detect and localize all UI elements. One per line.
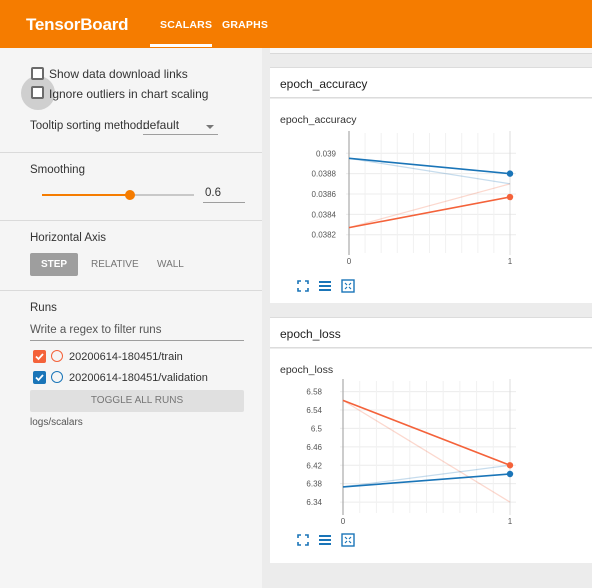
y-tick-label: 6.42 [306,461,322,470]
smoothing-slider-fill [42,194,131,196]
scrolled-group-header [270,48,592,54]
logdir-label: logs/scalars [30,417,83,428]
tooltip-sorting-label: Tooltip sorting method: [30,120,146,132]
chevron-down-icon [206,125,214,129]
horizontal-axis-label: Horizontal Axis [30,232,107,244]
run-validation-color-radio[interactable] [51,371,63,383]
main-panel: epoch_accuracy epoch_accuracy 0.039 0.038… [262,48,592,588]
fit-domain-icon[interactable] [341,279,355,293]
sidebar-divider [0,290,262,291]
runs-filter-input[interactable]: Write a regex to filter runs [30,324,244,341]
series-point [506,470,514,478]
x-tick-label: 1 [508,517,513,526]
show-download-links-checkbox[interactable] [31,67,44,80]
sidebar-divider [0,152,262,153]
axis-step-button[interactable]: STEP [30,253,78,276]
y-tick-label: 0.039 [316,149,337,158]
group-title: epoch_accuracy [280,77,368,91]
accuracy-chart[interactable]: 0.039 0.0388 0.0386 0.0384 0.0382 0 1 [270,99,592,279]
y-tick-label: 6.34 [306,498,322,507]
active-tab-indicator [150,44,212,47]
y-tick-label: 6.46 [306,443,322,452]
ignore-outliers-label: Ignore outliers in chart scaling [49,87,209,101]
y-tick-label: 6.54 [306,406,322,415]
run-train-color-radio[interactable] [51,350,63,362]
y-tick-label: 0.0386 [312,190,337,199]
sidebar-divider [0,220,262,221]
x-tick-label: 0 [341,517,346,526]
tab-graphs[interactable]: GRAPHS [222,19,268,31]
series-point [506,193,514,201]
tab-scalars[interactable]: SCALARS [160,19,212,31]
run-validation-checkbox[interactable] [33,371,46,384]
show-download-links-label: Show data download links [49,67,188,81]
top-app-bar: TensorBoard SCALARS GRAPHS [0,0,592,48]
smoothing-slider-thumb[interactable] [125,190,136,200]
toggle-all-runs-button[interactable]: TOGGLE ALL RUNS [30,390,244,412]
x-tick-label: 1 [508,257,513,266]
series-point [506,170,514,177]
series-point [506,462,514,469]
tooltip-sorting-value: default [143,118,180,132]
check-icon [35,374,44,382]
scalar-card-accuracy: epoch_accuracy 0.039 0.0388 0.0386 0.0384 0.… [270,99,592,303]
fullscreen-icon[interactable] [296,533,310,547]
y-tick-label: 6.5 [311,424,323,433]
run-train-label: 20200614-180451/train [69,351,183,363]
smoothing-label: Smoothing [30,164,85,176]
fullscreen-icon[interactable] [296,279,310,293]
x-tick-label: 0 [347,257,352,266]
fit-domain-icon[interactable] [341,533,355,547]
group-header-loss[interactable]: epoch_loss [270,317,592,348]
axis-wall-button[interactable]: WALL [157,259,184,270]
y-tick-label: 6.58 [306,388,322,397]
run-train-checkbox[interactable] [33,350,46,363]
y-tick-label: 0.0384 [312,210,337,219]
data-table-icon[interactable] [318,279,332,293]
axis-relative-button[interactable]: RELATIVE [91,259,139,270]
app-brand: TensorBoard [26,15,129,34]
smoothing-value-input[interactable]: 0.6 [203,187,245,203]
group-title: epoch_loss [280,327,341,341]
y-tick-label: 6.38 [306,480,322,489]
group-header-accuracy[interactable]: epoch_accuracy [270,67,592,98]
sidebar: Show data download links Ignore outliers… [0,48,262,588]
data-table-icon[interactable] [318,533,332,547]
run-validation-label: 20200614-180451/validation [69,372,208,384]
y-tick-label: 0.0388 [312,170,337,179]
y-tick-label: 0.0382 [312,231,337,240]
runs-label: Runs [30,302,57,314]
check-icon [35,353,44,361]
loss-chart[interactable]: 6.58 6.54 6.5 6.46 6.42 6.38 6.34 0 1 [270,349,592,534]
ignore-outliers-checkbox[interactable] [31,86,44,99]
scalar-card-loss: epoch_loss 6.58 6.54 6.5 6.46 6.42 6.38 6.34 0 1 [270,349,592,563]
